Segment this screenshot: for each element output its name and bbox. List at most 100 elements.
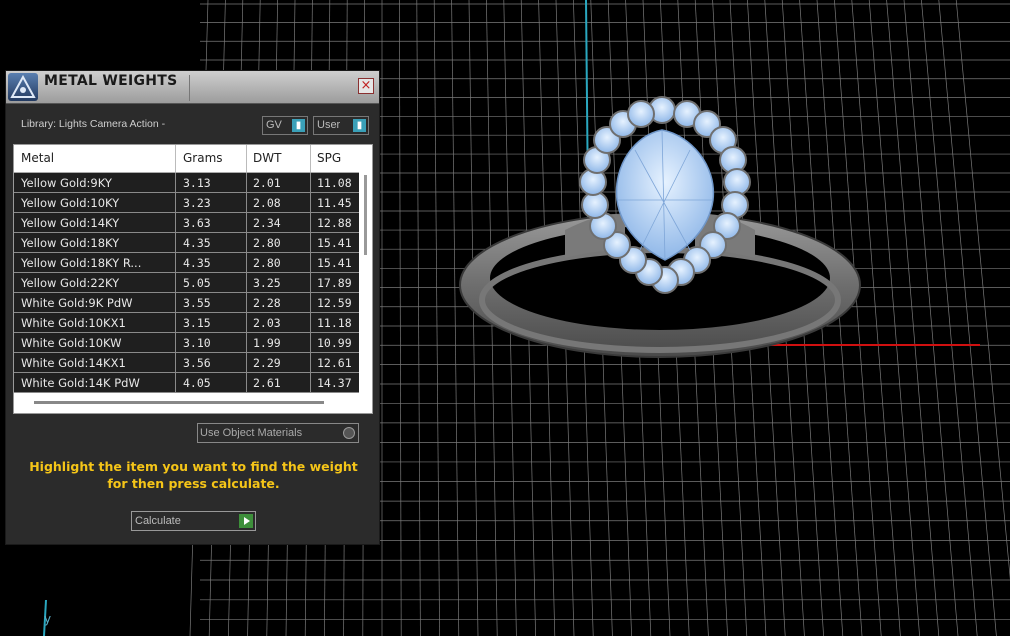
column-divider [246, 333, 247, 352]
cell-grams: 3.15 [183, 316, 211, 330]
cell-metal: Yellow Gold:22KY [21, 276, 120, 290]
metal-table[interactable]: Metal Grams DWT SPG Yellow Gold:9KY 3.13 2… [13, 144, 373, 414]
cell-grams: 3.10 [183, 336, 211, 350]
column-divider [246, 273, 247, 292]
cell-dwt: 2.03 [253, 316, 281, 330]
table-row[interactable]: White Gold:10KW 3.10 1.99 10.99 [14, 333, 359, 353]
column-divider [175, 313, 176, 332]
column-divider [246, 253, 247, 272]
play-icon [239, 514, 253, 528]
column-header-metal[interactable]: Metal [21, 151, 54, 165]
column-divider [310, 353, 311, 372]
radio-icon[interactable] [343, 427, 355, 439]
cell-spg: 11.18 [317, 316, 352, 330]
column-divider [310, 173, 311, 192]
cell-metal: Yellow Gold:10KY [21, 196, 120, 210]
cell-dwt: 2.28 [253, 296, 281, 310]
table-row[interactable]: Yellow Gold:18KY R... 4.35 2.80 15.41 [14, 253, 359, 273]
cell-dwt: 2.80 [253, 236, 281, 250]
cell-metal: White Gold:10KX1 [21, 316, 126, 330]
panel-title: METAL WEIGHTS [44, 73, 178, 89]
table-row[interactable]: White Gold:14KX1 3.56 2.29 12.61 [14, 353, 359, 373]
column-divider [246, 193, 247, 212]
column-divider [175, 253, 176, 272]
table-header: Metal Grams DWT SPG [14, 145, 359, 173]
library-label: Library: Lights Camera Action - [21, 118, 166, 130]
gv-select[interactable]: GV ▮ [262, 116, 308, 135]
column-divider [175, 373, 176, 392]
app-logo-icon [8, 73, 38, 101]
cell-metal: White Gold:14KX1 [21, 356, 126, 370]
table-row[interactable]: White Gold:14K PdW 4.05 2.61 14.37 [14, 373, 359, 393]
close-button[interactable]: × [358, 78, 374, 94]
column-header-spg[interactable]: SPG [317, 151, 341, 165]
column-divider [310, 145, 311, 172]
ring-model[interactable] [455, 90, 875, 365]
cell-metal: Yellow Gold:18KY R... [21, 256, 142, 270]
column-divider [310, 373, 311, 392]
column-divider [175, 173, 176, 192]
cell-grams: 3.56 [183, 356, 211, 370]
column-divider [246, 145, 247, 172]
column-divider [175, 145, 176, 172]
halo-stone [723, 168, 751, 196]
column-divider [175, 333, 176, 352]
column-divider [310, 193, 311, 212]
gv-select-label: GV [266, 119, 282, 131]
cell-dwt: 2.61 [253, 376, 281, 390]
column-divider [175, 273, 176, 292]
cell-dwt: 3.25 [253, 276, 281, 290]
column-divider [310, 333, 311, 352]
column-divider [246, 313, 247, 332]
user-select[interactable]: User ▮ [313, 116, 369, 135]
calculate-label: Calculate [135, 515, 181, 527]
table-row[interactable]: Yellow Gold:14KY 3.63 2.34 12.88 [14, 213, 359, 233]
column-divider [310, 213, 311, 232]
column-divider [246, 173, 247, 192]
cell-spg: 11.45 [317, 196, 352, 210]
column-divider [246, 373, 247, 392]
column-header-dwt[interactable]: DWT [253, 151, 281, 165]
close-icon: × [360, 78, 372, 93]
cell-dwt: 2.34 [253, 216, 281, 230]
use-object-materials-option[interactable]: Use Object Materials [197, 423, 359, 443]
table-row[interactable]: Yellow Gold:18KY 4.35 2.80 15.41 [14, 233, 359, 253]
table-row[interactable]: White Gold:9K PdW 3.55 2.28 12.59 [14, 293, 359, 313]
scrollbar-thumb[interactable] [364, 175, 367, 255]
column-divider [310, 293, 311, 312]
user-select-label: User [317, 119, 341, 131]
vertical-scrollbar[interactable] [363, 173, 368, 403]
cell-dwt: 1.99 [253, 336, 281, 350]
table-row[interactable]: Yellow Gold:9KY 3.13 2.01 11.08 [14, 173, 359, 193]
cell-grams: 3.23 [183, 196, 211, 210]
cell-dwt: 2.01 [253, 176, 281, 190]
cell-metal: White Gold:14K PdW [21, 376, 140, 390]
calculate-button[interactable]: Calculate [131, 511, 256, 531]
table-body: Yellow Gold:9KY 3.13 2.01 11.08 Yellow Gold:… [14, 173, 359, 393]
table-row[interactable]: Yellow Gold:10KY 3.23 2.08 11.45 [14, 193, 359, 213]
cell-spg: 17.89 [317, 276, 352, 290]
cell-metal: White Gold:9K PdW [21, 296, 133, 310]
cell-metal: Yellow Gold:9KY [21, 176, 112, 190]
cell-dwt: 2.80 [253, 256, 281, 270]
cell-grams: 3.55 [183, 296, 211, 310]
column-divider [310, 233, 311, 252]
cell-spg: 12.61 [317, 356, 352, 370]
cell-grams: 4.05 [183, 376, 211, 390]
halo-stone [627, 100, 655, 128]
horizontal-scrollbar[interactable] [34, 401, 324, 404]
column-divider [175, 213, 176, 232]
cell-grams: 4.35 [183, 236, 211, 250]
cell-grams: 3.63 [183, 216, 211, 230]
table-row[interactable]: Yellow Gold:22KY 5.05 3.25 17.89 [14, 273, 359, 293]
table-row[interactable]: White Gold:10KX1 3.15 2.03 11.18 [14, 313, 359, 333]
column-divider [246, 233, 247, 252]
panel-titlebar[interactable]: METAL WEIGHTS × [6, 71, 379, 104]
column-header-grams[interactable]: Grams [183, 151, 223, 165]
column-divider [175, 293, 176, 312]
column-divider [310, 253, 311, 272]
cell-metal: Yellow Gold:18KY [21, 236, 120, 250]
halo-stone [581, 191, 609, 219]
use-object-materials-label: Use Object Materials [200, 427, 303, 439]
cell-spg: 14.37 [317, 376, 352, 390]
